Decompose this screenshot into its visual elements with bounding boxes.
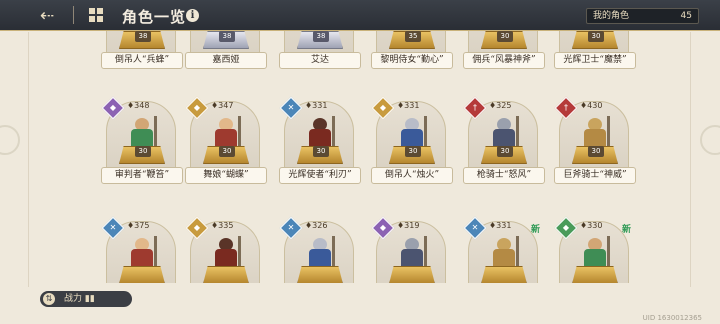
power-value: ♦326 [305,221,328,230]
pedestal [119,266,165,283]
class-icon: ◆ [185,216,209,240]
class-icon: ✕ [101,216,125,240]
level-badge: 30 [405,146,421,157]
power-value: ♦331 [489,221,512,230]
class-icon: ✕ [463,216,487,240]
page-title: 角色一览 [122,8,187,26]
class-icon: ◆ [185,96,209,120]
class-icon: ◆ [101,96,125,120]
character-card[interactable]: 38 倒吊人“兵蜂” [101,31,183,69]
owned-count: 45 [680,11,692,21]
character-name: 审判者“鞭笞” [101,167,183,184]
character-name: 光辉卫士“魔禁” [554,52,636,69]
character-card[interactable]: 30 † ♦430 巨斧骑士“神威” [554,96,636,184]
level-badge: 30 [313,146,329,157]
character-name: 光辉使者“利刃” [279,167,361,184]
level-badge: 38 [219,31,235,42]
character-card[interactable]: 30 ✕ ♦331 光辉使者“利刃” [279,96,361,184]
character-card[interactable]: ✕ ♦326 [279,216,354,283]
power-value: ♦331 [305,101,328,110]
pedestal [203,266,249,283]
character-name: 巨斧骑士“神威” [554,167,636,184]
back-arrow-icon[interactable]: ⇠ [30,4,64,27]
character-card[interactable]: 30 ◆ ♦348 审判者“鞭笞” [101,96,183,184]
character-card[interactable]: 30 佣兵“风暴神斧” [463,31,545,69]
new-badge: 新 [621,225,631,235]
level-badge: 38 [313,31,329,42]
owned-label: 我的角色 [593,11,630,21]
class-icon: ✕ [279,216,303,240]
sort-button[interactable]: ⇅ 战力 ▮▮ [40,291,132,307]
character-card[interactable]: 38 嘉西娅 [185,31,267,69]
character-card[interactable]: ◆ ♦335 [185,216,260,283]
character-card[interactable]: ✕ ♦375 [101,216,176,283]
pedestal [572,266,618,283]
level-badge: 30 [588,31,604,42]
pedestal [297,266,343,283]
character-card[interactable]: 30 ◆ ♦331 倒吊人“烛火” [371,96,453,184]
power-value: ♦331 [397,101,420,110]
character-card[interactable]: ✕ ♦331 新 [463,216,540,283]
pedestal [389,266,435,283]
owned-characters-counter: 我的角色 45 [586,8,699,24]
character-name: 艾达 [279,52,361,69]
sort-icon: ⇅ [43,293,55,305]
user-id: UID 1630012365 [642,314,702,322]
character-name: 佣兵“风暴神斧” [463,52,545,69]
level-badge: 38 [135,31,151,42]
character-name: 倒吊人“兵蜂” [101,52,183,69]
power-value: ♦319 [397,221,420,230]
level-badge: 30 [497,31,513,42]
top-bar: ⇠ 角色一览 i 我的角色 45 [0,0,720,31]
character-name: 舞娘“蝴蝶” [185,167,267,184]
character-card[interactable]: 35 黎明侍女“勤心” [371,31,453,69]
grid-icon[interactable] [89,8,103,22]
character-card[interactable]: ◆ ♦330 新 [554,216,631,283]
power-value: ♦330 [580,221,603,230]
divider [73,6,74,24]
power-value: ♦348 [127,101,150,110]
power-value: ♦430 [580,101,603,110]
level-badge: 35 [405,31,421,42]
power-value: ♦325 [489,101,512,110]
character-card[interactable]: ◆ ♦319 [371,216,446,283]
level-badge: 30 [135,146,151,157]
power-value: ♦375 [127,221,150,230]
class-icon: ✕ [279,96,303,120]
character-name: 黎明侍女“勤心” [371,52,453,69]
character-card[interactable]: 30 光辉卫士“魔禁” [554,31,636,69]
info-icon[interactable]: i [186,9,199,22]
character-name: 倒吊人“烛火” [371,167,453,184]
character-card[interactable]: 30 ◆ ♦347 舞娘“蝴蝶” [185,96,267,184]
sort-label: 战力 [64,294,83,304]
new-badge: 新 [530,225,540,235]
class-icon: † [463,96,487,120]
level-badge: 30 [219,146,235,157]
class-icon: † [554,96,578,120]
character-grid: 38 倒吊人“兵蜂” 38 嘉西娅 38 艾达 35 黎明侍女“勤心” 30 佣兵“风暴神斧” 30… [0,31,720,283]
character-name: 枪骑士“怒风” [463,167,545,184]
class-icon: ◆ [371,96,395,120]
power-value: ♦335 [211,221,234,230]
sort-direction-icon: ▮▮ [84,294,95,304]
class-icon: ◆ [371,216,395,240]
class-icon: ◆ [554,216,578,240]
character-card[interactable]: 30 † ♦325 枪骑士“怒风” [463,96,545,184]
level-badge: 30 [497,146,513,157]
power-value: ♦347 [211,101,234,110]
character-card[interactable]: 38 艾达 [279,31,361,69]
character-name: 嘉西娅 [185,52,267,69]
level-badge: 30 [588,146,604,157]
pedestal [481,266,527,283]
